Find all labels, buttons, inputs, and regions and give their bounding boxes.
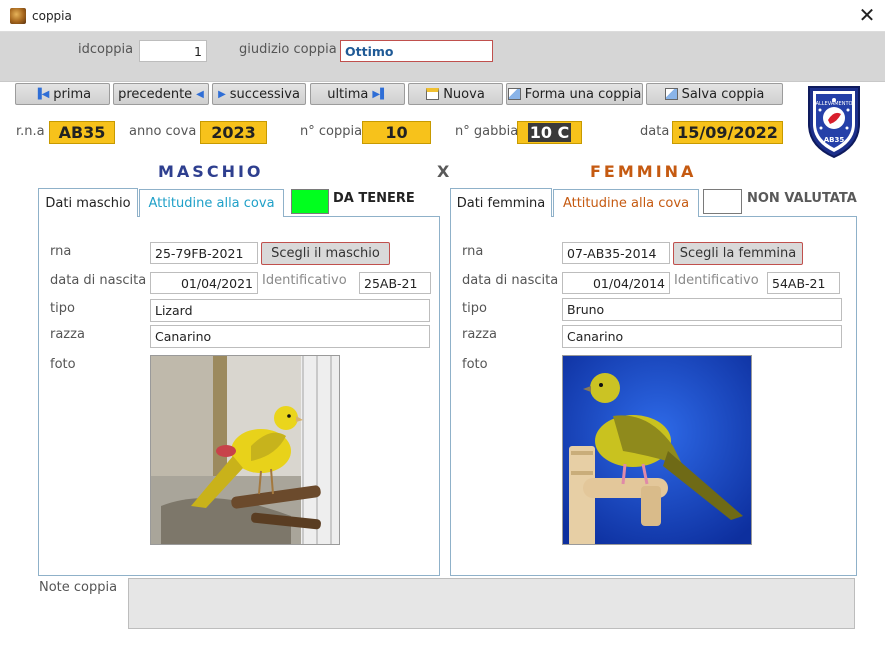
n-gabbia-box[interactable]: 10 C [517, 121, 582, 144]
new-record-icon [426, 88, 440, 100]
notes-label: Note coppia [39, 580, 118, 595]
first-record-icon: ▐◀ [33, 88, 50, 100]
new-record-label: Nuova [443, 86, 485, 102]
first-record-button[interactable]: ▐◀ prima [15, 83, 110, 105]
previous-record-label: precedente [118, 86, 193, 102]
app-icon [10, 8, 26, 24]
logo-bottom-text: AB35 [824, 136, 845, 144]
female-foto-label: foto [462, 357, 488, 372]
next-record-button[interactable]: ▶ successiva [212, 83, 306, 105]
female-tipo-field[interactable]: Bruno [562, 298, 842, 321]
data-box[interactable]: 15/09/2022 [672, 121, 783, 144]
female-birth-label: data di nascita [462, 273, 559, 288]
choose-female-button[interactable]: Scegli la femmina [673, 242, 803, 265]
male-birth-field[interactable]: 01/04/2021 [150, 272, 258, 294]
female-ident-label: Identificativo [674, 273, 759, 288]
tab-female-attitude[interactable]: Attitudine alla cova [553, 189, 699, 217]
rna-box[interactable]: AB35 [49, 121, 115, 144]
idcoppia-field[interactable]: 1 [139, 40, 207, 62]
n-gabbia-label: n° gabbia [455, 124, 519, 139]
female-photo [562, 355, 752, 545]
female-rna-label: rna [462, 244, 484, 259]
data-label: data [640, 124, 670, 139]
female-tipo-label: tipo [462, 301, 487, 316]
female-birth-field[interactable]: 01/04/2014 [562, 272, 670, 294]
male-tipo-label: tipo [50, 301, 75, 316]
previous-record-button[interactable]: precedente ◀ [113, 83, 209, 105]
female-status-indicator [703, 189, 742, 214]
anno-cova-box[interactable]: 2023 [200, 121, 267, 144]
notes-field[interactable] [128, 578, 855, 629]
female-rna-field[interactable]: 07-AB35-2014 [562, 242, 670, 264]
tab-female-data[interactable]: Dati femmina [450, 188, 552, 217]
last-record-icon: ▶▌ [372, 88, 388, 100]
anno-cova-label: anno cova [129, 124, 197, 139]
male-razza-label: razza [50, 327, 85, 342]
female-razza-field[interactable]: Canarino [562, 325, 842, 348]
next-record-icon: ▶ [218, 88, 226, 100]
n-coppia-box[interactable]: 10 [362, 121, 431, 144]
male-birth-label: data di nascita [50, 273, 147, 288]
previous-record-icon: ◀ [196, 88, 204, 100]
form-pair-button[interactable]: Forma una coppia [506, 83, 643, 105]
last-record-label: ultima [327, 86, 369, 102]
idcoppia-label: idcoppia [78, 42, 134, 57]
choose-male-button[interactable]: Scegli il maschio [261, 242, 390, 265]
male-heading: MASCHIO [158, 162, 264, 181]
male-razza-field[interactable]: Canarino [150, 325, 430, 348]
next-record-label: successiva [229, 86, 300, 102]
save-pair-label: Salva coppia [681, 86, 765, 102]
female-ident-field[interactable]: 54AB-21 [767, 272, 840, 294]
female-razza-label: razza [462, 327, 497, 342]
male-rna-label: rna [50, 244, 72, 259]
title-bar [0, 0, 885, 32]
form-pair-label: Forma una coppia [524, 86, 642, 102]
male-tipo-field[interactable]: Lizard [150, 299, 430, 322]
male-photo [150, 355, 340, 545]
save-pair-button[interactable]: Salva coppia [646, 83, 783, 105]
female-status-label: NON VALUTATA [747, 191, 857, 206]
male-status-label: DA TENERE [333, 191, 415, 206]
male-status-indicator [291, 189, 329, 214]
giudizio-field[interactable]: Ottimo [340, 40, 493, 62]
save-pair-icon [664, 88, 678, 100]
new-record-button[interactable]: Nuova [408, 83, 503, 105]
giudizio-label: giudizio coppia [239, 42, 337, 57]
last-record-button[interactable]: ultima ▶▌ [310, 83, 405, 105]
male-rna-field[interactable]: 25-79FB-2021 [150, 242, 258, 264]
male-ident-field[interactable]: 25AB-21 [359, 272, 431, 294]
n-gabbia-value: 10 C [527, 123, 572, 142]
window-title: coppia [32, 9, 72, 23]
form-pair-icon [507, 88, 521, 100]
logo-top-text: ALLEVAMENTO [816, 101, 853, 107]
breeder-logo: ALLEVAMENTO AB35 [806, 84, 862, 164]
male-foto-label: foto [50, 357, 76, 372]
n-coppia-label: n° coppia [300, 124, 363, 139]
tab-male-attitude[interactable]: Attitudine alla cova [139, 189, 284, 217]
cross-symbol: X [437, 162, 450, 181]
male-ident-label: Identificativo [262, 273, 347, 288]
rna-label: r.n.a [16, 124, 45, 139]
close-button[interactable]: ✕ [852, 2, 882, 30]
first-record-label: prima [53, 86, 92, 102]
female-heading: FEMMINA [590, 162, 697, 181]
tab-male-data[interactable]: Dati maschio [38, 188, 138, 217]
